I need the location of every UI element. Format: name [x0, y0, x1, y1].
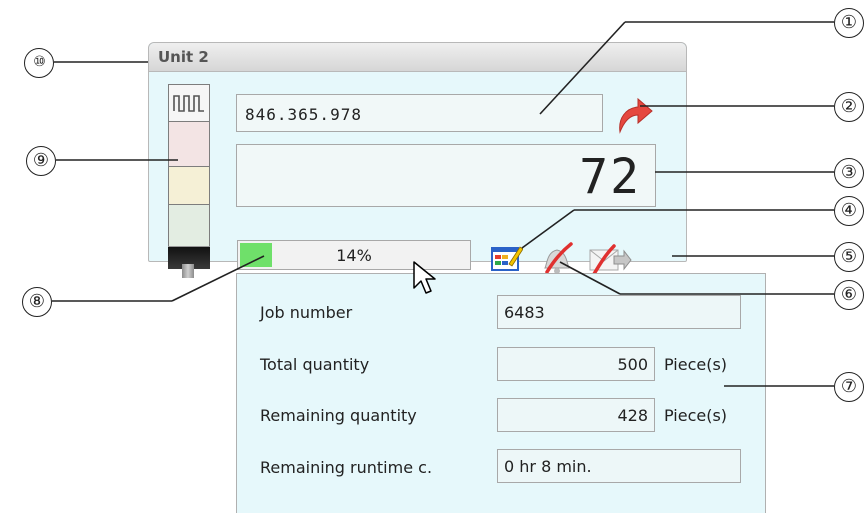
callout-7: ⑦	[834, 372, 864, 402]
callout-9: ⑨	[26, 146, 56, 176]
callout-3: ③	[834, 158, 864, 188]
callout-5: ⑤	[834, 242, 864, 272]
callout-10: ⑩	[24, 48, 54, 78]
callout-2: ②	[834, 92, 864, 122]
callout-6: ⑥	[834, 280, 864, 310]
callout-1: ①	[834, 8, 864, 38]
callout-4: ④	[834, 196, 864, 226]
callout-lines	[52, 21, 834, 387]
callout-8: ⑧	[22, 287, 52, 317]
